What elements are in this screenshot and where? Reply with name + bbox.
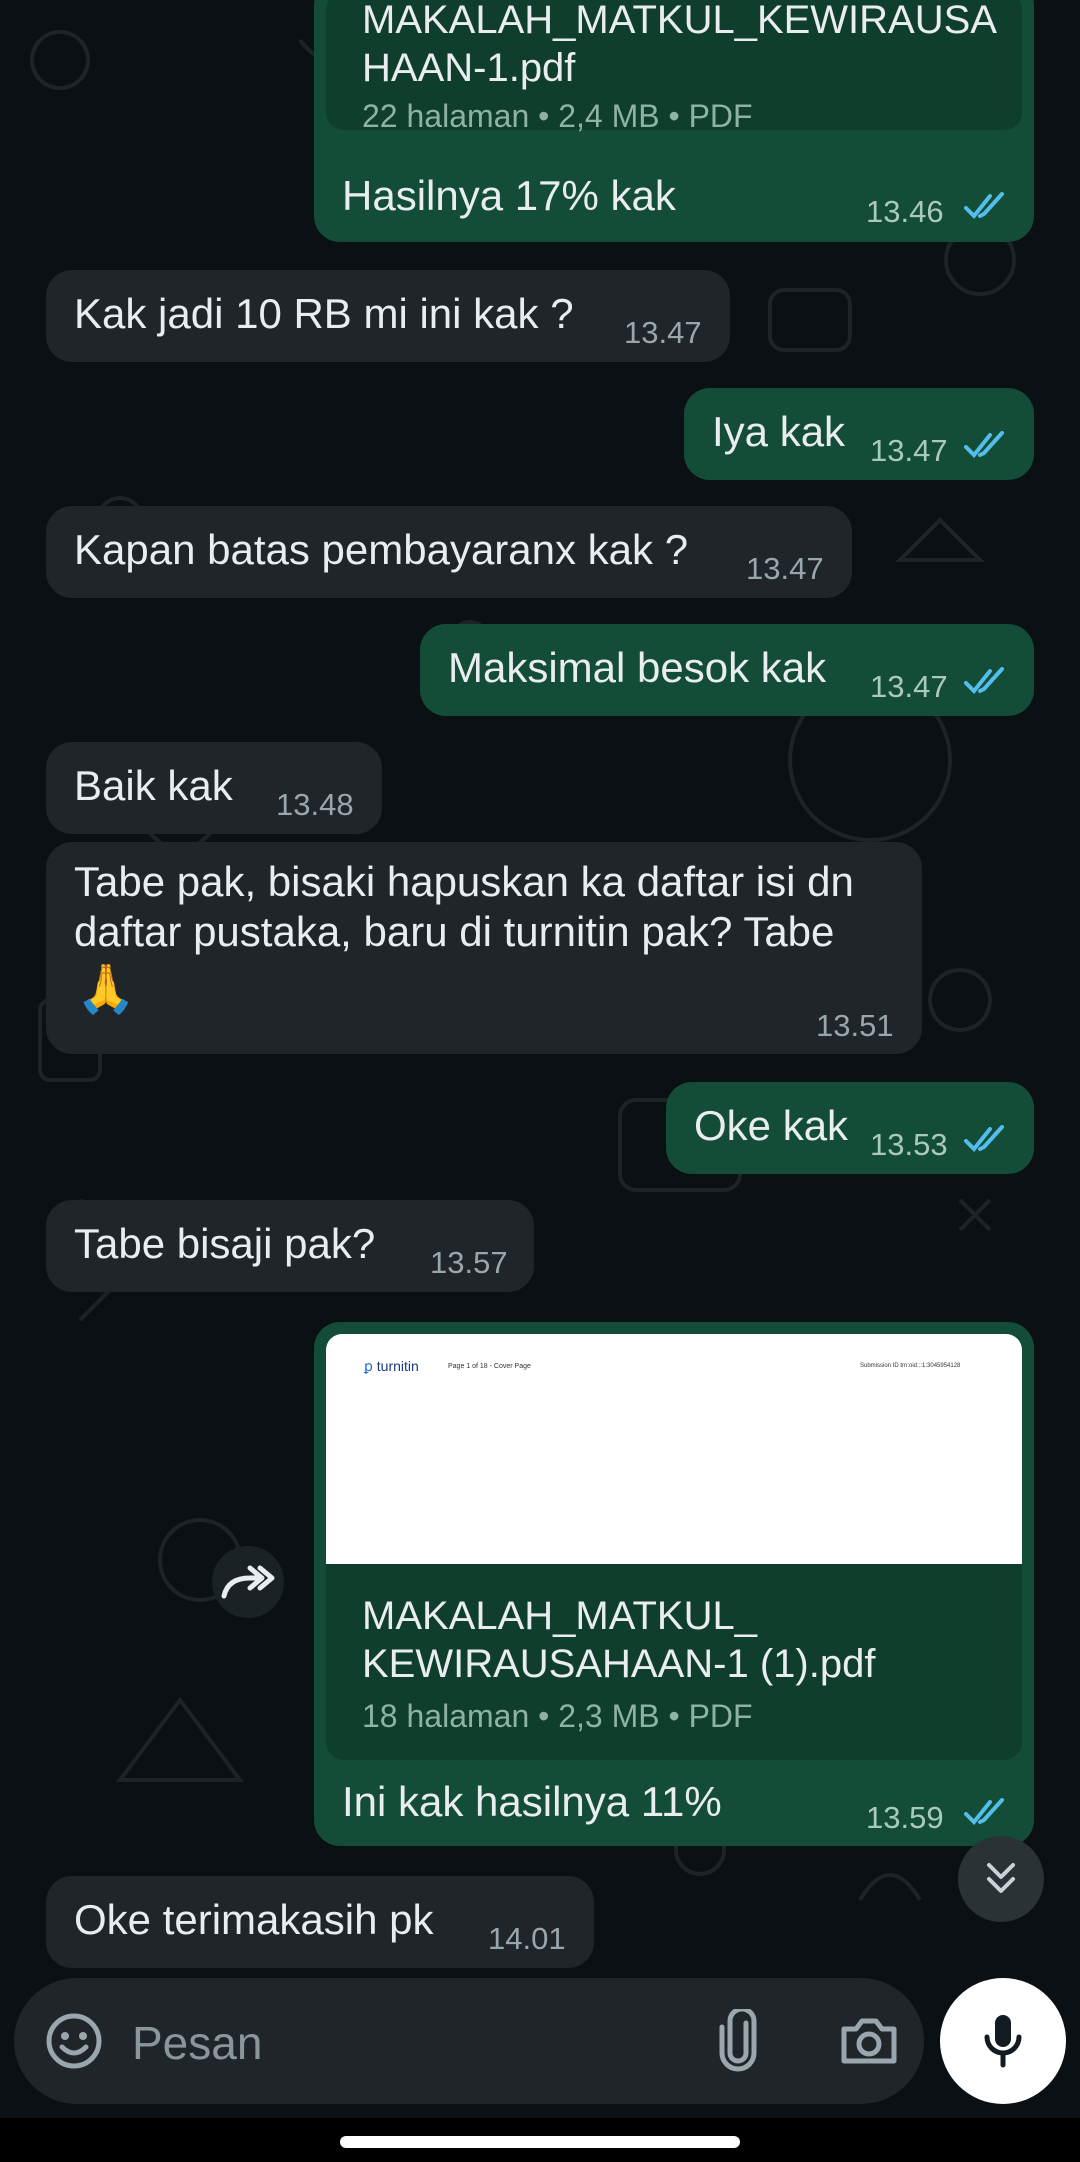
message-incoming[interactable]: Kak jadi 10 RB mi ini kak ? 13.47	[46, 270, 730, 362]
document-name: MAKALAH_MATKUL_KEWIRAUSA	[362, 0, 997, 42]
message-composer[interactable]: Pesan	[14, 1978, 924, 2104]
scroll-down-icon	[987, 1863, 1015, 1893]
document-meta: 22 halaman • 2,4 MB • PDF	[362, 98, 753, 134]
message-text: Hasilnya 17% kak	[342, 172, 676, 219]
message-text: Kak jadi 10 RB mi ini kak ?	[74, 290, 574, 337]
forward-button[interactable]	[212, 1546, 284, 1618]
read-ticks-icon	[964, 667, 1004, 694]
turnitin-logo: ꝑ turnitin	[364, 1358, 419, 1374]
message-text: Kapan batas pembayaranx kak ?	[74, 526, 689, 573]
message-outgoing[interactable]: Oke kak 13.53	[666, 1082, 1034, 1174]
document-card[interactable]: MAKALAH_MATKUL_KEWIRAUSA HAAN-1.pdf 22 h…	[326, 0, 1022, 134]
message-time: 13.59	[866, 1800, 944, 1835]
message-text: Tabe bisaji pak?	[74, 1220, 376, 1267]
message-outgoing-document-preview[interactable]: ꝑ turnitin Page 1 of 18 - Cover Page Sub…	[314, 1322, 1034, 1846]
message-text-line1: Tabe pak, bisaki hapuskan ka daftar isi …	[74, 858, 854, 905]
message-time: 13.57	[430, 1245, 508, 1280]
message-incoming[interactable]: Tabe bisaji pak? 13.57	[46, 1200, 534, 1292]
home-gesture-bar[interactable]	[340, 2136, 740, 2148]
message-text: Iya kak	[712, 408, 846, 455]
document-name: MAKALAH_MATKUL_	[362, 1594, 757, 1638]
document-meta: 18 halaman • 2,3 MB • PDF	[362, 1698, 753, 1734]
document-name-continued: HAAN-1.pdf	[362, 46, 576, 90]
read-ticks-icon	[964, 192, 1004, 219]
document-name-continued: KEWIRAUSAHAAN-1 (1).pdf	[362, 1642, 876, 1686]
message-time: 13.48	[276, 787, 354, 822]
document-preview[interactable]: ꝑ turnitin Page 1 of 18 - Cover Page Sub…	[326, 1334, 1022, 1564]
message-text: Oke kak	[694, 1102, 849, 1149]
attach-icon[interactable]	[718, 2009, 758, 2073]
message-input[interactable]: Pesan	[132, 2016, 262, 2070]
message-time: 13.51	[816, 1008, 894, 1043]
message-text: Oke terimakasih pk	[74, 1896, 434, 1943]
message-outgoing-document[interactable]: MAKALAH_MATKUL_KEWIRAUSA HAAN-1.pdf 22 h…	[314, 0, 1034, 242]
preview-page-label: Page 1 of 18 - Cover Page	[448, 1363, 531, 1370]
message-text: Baik kak	[74, 762, 233, 809]
sticker-icon[interactable]	[44, 2011, 104, 2071]
scroll-to-bottom-button[interactable]	[958, 1836, 1044, 1922]
message-time: 13.46	[866, 194, 944, 229]
document-card[interactable]: MAKALAH_MATKUL_ KEWIRAUSAHAAN-1 (1).pdf …	[326, 1564, 1022, 1760]
preview-submission-id: Submission ID trn:oid:::1:3045954128	[860, 1363, 961, 1369]
read-ticks-icon	[964, 1125, 1004, 1152]
message-incoming-multiline[interactable]: Tabe pak, bisaki hapuskan ka daftar isi …	[46, 842, 922, 1054]
pray-emoji: 🙏	[76, 963, 136, 1016]
message-time: 14.01	[488, 1921, 566, 1956]
mic-icon	[984, 2015, 1022, 2068]
message-time: 13.47	[870, 433, 948, 468]
message-text: Maksimal besok kak	[448, 644, 827, 691]
message-time: 13.47	[870, 669, 948, 704]
read-ticks-icon	[964, 431, 1004, 458]
message-incoming[interactable]: Baik kak 13.48	[46, 742, 382, 834]
message-time: 13.53	[870, 1127, 948, 1162]
message-outgoing[interactable]: Iya kak 13.47	[684, 388, 1034, 480]
message-time: 13.47	[624, 315, 702, 350]
message-outgoing[interactable]: Maksimal besok kak 13.47	[420, 624, 1034, 716]
message-text-line2: daftar pustaka, baru di turnitin pak? Ta…	[74, 908, 835, 955]
camera-icon[interactable]	[838, 2015, 900, 2067]
message-incoming[interactable]: Oke terimakasih pk 14.01	[46, 1876, 594, 1968]
forward-icon	[221, 1565, 275, 1599]
message-incoming[interactable]: Kapan batas pembayaranx kak ? 13.47	[46, 506, 852, 598]
message-time: 13.47	[746, 551, 824, 586]
voice-record-button[interactable]	[940, 1978, 1066, 2104]
message-text: Ini kak hasilnya 11%	[342, 1778, 722, 1825]
read-ticks-icon	[964, 1798, 1004, 1825]
